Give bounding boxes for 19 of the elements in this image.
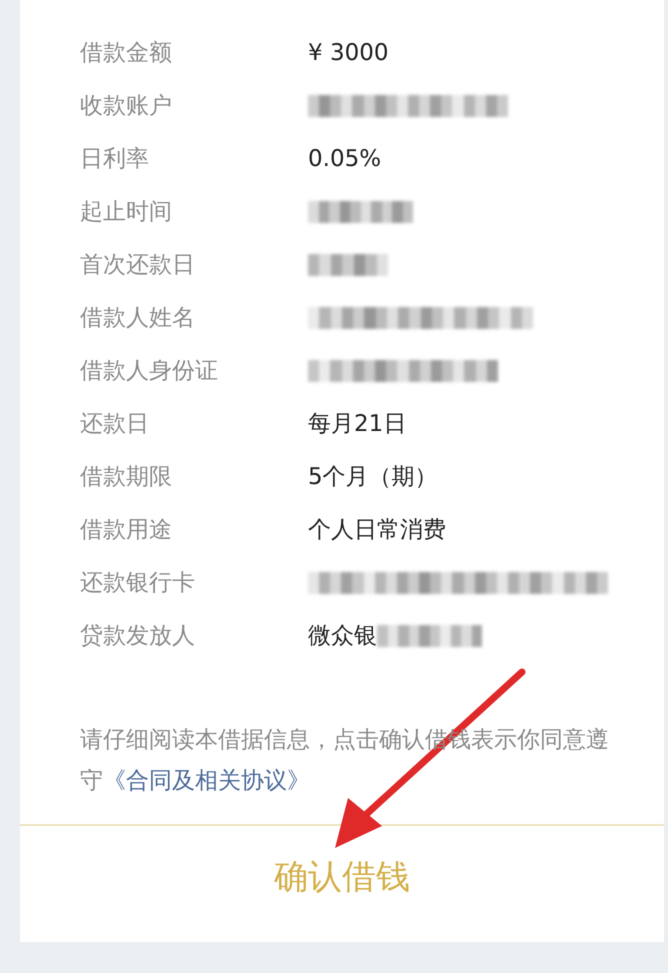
field-value: 每月21日 [308,410,406,439]
field-label: 借款期限 [80,463,173,492]
agreement-link[interactable]: 《合同及相关协议》 [103,768,310,794]
field-label: 起止时间 [80,198,173,227]
field-value: 5个月（期） [308,463,438,492]
field-label: 借款金额 [80,39,173,68]
field-label: 还款银行卡 [80,569,196,598]
field-value: 微众银 [308,622,377,651]
field-label: 贷款发放人 [80,622,196,651]
field-label: 借款人姓名 [80,304,196,333]
field-label: 借款用途 [80,516,173,545]
field-value: 0.05% [308,146,382,172]
field-label: 还款日 [80,410,150,439]
field-value: 个人日常消费 [308,516,446,545]
field-value: ¥ 3000 [308,40,388,66]
field-label: 首次还款日 [80,251,196,280]
field-label: 日利率 [80,145,150,174]
field-label: 收款账户 [80,92,173,121]
field-label: 借款人身份证 [80,357,219,386]
